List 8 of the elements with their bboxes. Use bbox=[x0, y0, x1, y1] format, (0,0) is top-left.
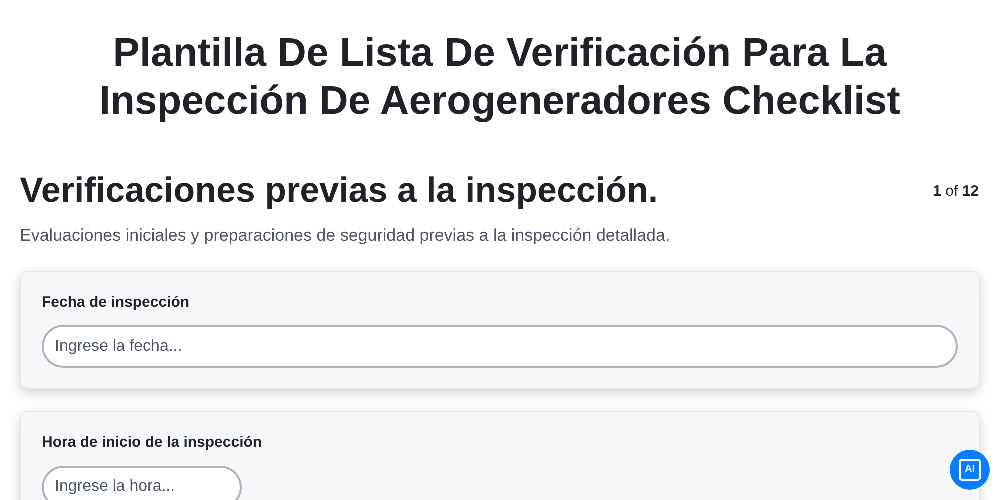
section-heading: Verificaciones previas a la inspección. bbox=[20, 170, 658, 212]
time-field[interactable]: Ingrese la hora... bbox=[42, 466, 242, 500]
page-title: Plantilla De Lista De Verificación Para La Inspección De Aerogeneradores Checklist bbox=[98, 30, 902, 125]
field-label: Fecha de inspección bbox=[42, 292, 191, 312]
section-description: Evaluaciones iniciales y preparaciones de seguridad previas a la inspección detallada. bbox=[20, 225, 672, 247]
page-counter: 1 of 12 bbox=[933, 182, 979, 202]
field-label: Hora de inicio de la inspección bbox=[42, 433, 264, 453]
date-field[interactable]: Ingrese la fecha... bbox=[42, 325, 958, 368]
